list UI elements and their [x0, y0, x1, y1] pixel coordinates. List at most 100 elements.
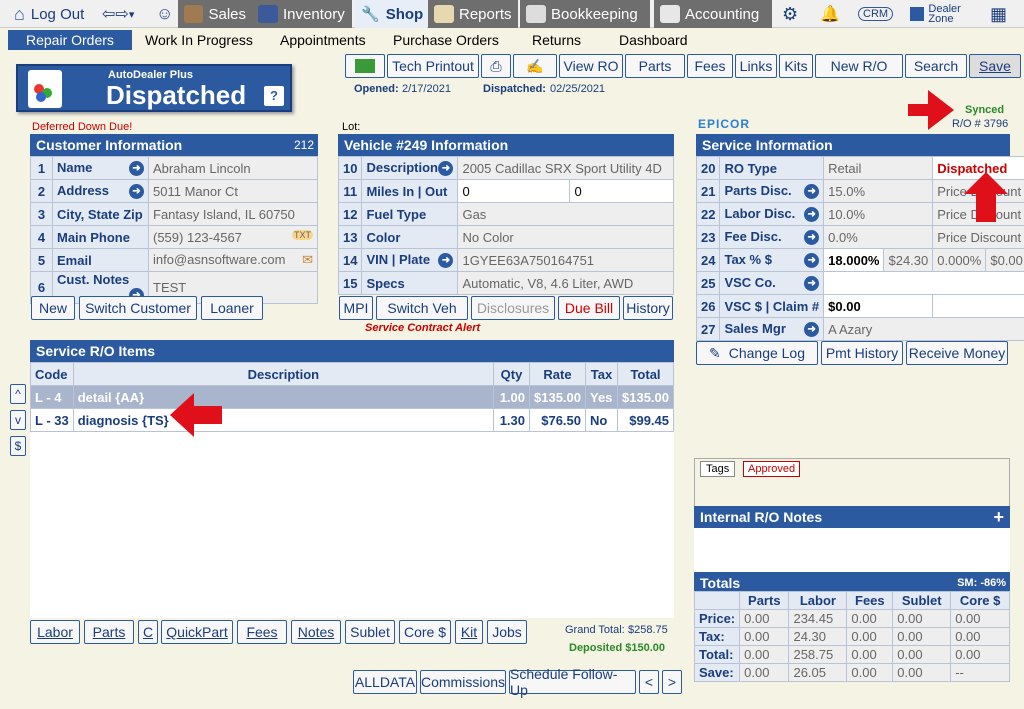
sales-mgr-icon[interactable]: ➜: [804, 322, 820, 337]
sublet-button[interactable]: Sublet: [345, 620, 395, 644]
links-button[interactable]: Links: [735, 54, 777, 78]
city-state-zip-field[interactable]: Fantasy Island, IL 60750: [148, 202, 318, 226]
help-button[interactable]: ?: [264, 86, 284, 106]
commissions-button[interactable]: Commissions: [420, 670, 506, 694]
vin-lookup-icon[interactable]: ➜: [438, 253, 454, 268]
miles-in-field[interactable]: 0: [457, 179, 571, 203]
email-field[interactable]: info@asnsoftware.com ✉: [148, 248, 318, 272]
tab-sales[interactable]: Sales: [178, 0, 252, 28]
gear-icon[interactable]: ⚙: [776, 0, 804, 28]
price-button[interactable]: $: [10, 436, 26, 456]
fees-button[interactable]: Fees: [687, 54, 733, 78]
change-log-button[interactable]: ✎ Change Log: [696, 341, 818, 365]
jobs-button[interactable]: Jobs: [487, 620, 527, 644]
alldata-button[interactable]: ALLDATA: [353, 670, 417, 694]
quickpart-button[interactable]: QuickPart: [161, 620, 233, 644]
loaner-button[interactable]: Loaner: [201, 296, 263, 320]
sales-manager-field[interactable]: A Azary: [823, 317, 1024, 341]
arrow-head: [928, 90, 954, 130]
dealer-zone-button[interactable]: Dealer Zone: [904, 0, 974, 28]
bell-icon[interactable]: 🔔: [814, 0, 846, 28]
fuel-type[interactable]: Gas: [457, 202, 674, 226]
subnav-wip[interactable]: Work In Progress: [141, 30, 257, 50]
totals-table: Parts Labor Fees Sublet Core $ Price: 0.00 234…: [693, 591, 1010, 682]
vehicle-description[interactable]: 2005 Cadillac SRX Sport Utility 4D: [457, 156, 674, 180]
text-message-icon[interactable]: TXT: [292, 229, 313, 240]
subnav-purchase-orders[interactable]: Purchase Orders: [389, 30, 503, 50]
decode-icon[interactable]: ➜: [438, 161, 454, 176]
tab-accounting[interactable]: Accounting: [654, 0, 772, 28]
vehicle-color[interactable]: No Color: [457, 225, 674, 249]
vin-field[interactable]: 1GYEE63A750164751: [457, 248, 674, 272]
specs-field[interactable]: Automatic, V8, 4.6 Liter, AWD: [457, 271, 674, 295]
parts-item-button[interactable]: Parts: [84, 620, 134, 644]
history-button[interactable]: History: [623, 296, 673, 320]
vsc-icon[interactable]: ➜: [804, 276, 820, 291]
labor-disc-icon[interactable]: ➜: [804, 207, 820, 222]
approved-tag[interactable]: Approved: [743, 461, 801, 477]
search-button[interactable]: Search: [905, 54, 967, 78]
c-button[interactable]: C: [138, 620, 158, 644]
mpi-button[interactable]: MPI: [339, 296, 373, 320]
receive-money-button[interactable]: Receive Money: [906, 341, 1008, 365]
tax-rate-field[interactable]: 18.000%: [823, 248, 885, 272]
next-button[interactable]: >: [662, 670, 682, 694]
logout-link[interactable]: ⌂ Log Out: [8, 0, 90, 28]
vsc-company-field[interactable]: [823, 271, 1024, 295]
subnav-repair-orders[interactable]: Repair Orders: [8, 30, 132, 50]
grand-total: $258.75: [628, 624, 668, 636]
support-icon[interactable]: ☺: [150, 0, 179, 28]
signature-icon[interactable]: ✍: [513, 54, 557, 78]
save-button[interactable]: Save: [969, 54, 1021, 78]
customer-name-field[interactable]: Abraham Lincoln: [148, 156, 318, 180]
disclosures-button[interactable]: Disclosures: [471, 296, 555, 320]
vsc-amount-field[interactable]: $0.00: [823, 294, 934, 318]
notes-button[interactable]: Notes: [291, 620, 341, 644]
new-ro-button[interactable]: New R/O: [815, 54, 903, 78]
kits-button[interactable]: Kits: [779, 54, 813, 78]
view-ro-button[interactable]: View RO: [559, 54, 623, 78]
add-note-icon[interactable]: +: [993, 506, 1004, 528]
schedule-followup-button[interactable]: Schedule Follow-Up: [509, 666, 636, 698]
kit-button[interactable]: Kit: [455, 620, 483, 644]
tab-bookkeeping[interactable]: Bookkeeping: [520, 0, 650, 28]
notes-area[interactable]: [694, 528, 1010, 572]
miles-out-field[interactable]: 0: [569, 179, 674, 203]
subnav-returns[interactable]: Returns: [528, 30, 585, 50]
map-icon[interactable]: ➜: [129, 184, 144, 199]
parts-disc-icon[interactable]: ➜: [804, 184, 820, 199]
crm-button[interactable]: CRM: [852, 0, 899, 28]
phone-field[interactable]: (559) 123-4567 TXT: [148, 225, 318, 249]
labor-button[interactable]: Labor: [30, 620, 80, 644]
pmt-history-button[interactable]: Pmt History: [821, 341, 903, 365]
table-row[interactable]: L - 33 diagnosis {TS} 1.30 $76.50 No $99.45: [30, 408, 674, 432]
due-bill-button[interactable]: Due Bill: [558, 296, 620, 320]
tab-reports[interactable]: Reports: [428, 0, 518, 28]
fees-item-button[interactable]: Fees: [237, 620, 287, 644]
new-customer-button[interactable]: New: [31, 296, 75, 320]
ro-type-field[interactable]: Retail: [823, 156, 934, 180]
core-button[interactable]: Core $: [399, 620, 451, 644]
move-down-button[interactable]: v: [10, 410, 26, 430]
switch-customer-button[interactable]: Switch Customer: [79, 296, 197, 320]
tab-inventory[interactable]: Inventory: [252, 0, 352, 28]
printer-icon[interactable]: ⎙: [481, 54, 511, 78]
address-field[interactable]: 5011 Manor Ct: [148, 179, 318, 203]
prev-button[interactable]: <: [639, 670, 659, 694]
history-nav[interactable]: ⇦ ⇨ ▾: [96, 0, 140, 28]
move-up-button[interactable]: ^: [10, 384, 26, 404]
print-icon[interactable]: [345, 54, 385, 78]
envelope-icon[interactable]: ✉: [302, 252, 313, 268]
tab-shop[interactable]: 🔧 Shop: [355, 0, 427, 28]
parts-button[interactable]: Parts: [625, 54, 685, 78]
tech-printout-button[interactable]: Tech Printout: [387, 54, 479, 78]
claim-field[interactable]: [932, 294, 1024, 318]
lookup-icon[interactable]: ➜: [129, 161, 144, 176]
calculator-icon[interactable]: ▦: [984, 0, 1013, 28]
subnav-appointments[interactable]: Appointments: [276, 30, 370, 50]
subnav-dashboard[interactable]: Dashboard: [615, 30, 692, 50]
tax-icon[interactable]: ➜: [804, 253, 820, 268]
fee-disc-icon[interactable]: ➜: [804, 230, 820, 245]
switch-vehicle-button[interactable]: Switch Veh: [376, 296, 468, 320]
table-row[interactable]: L - 4 detail {AA} 1.00 $135.00 Yes $135.00: [30, 385, 674, 409]
